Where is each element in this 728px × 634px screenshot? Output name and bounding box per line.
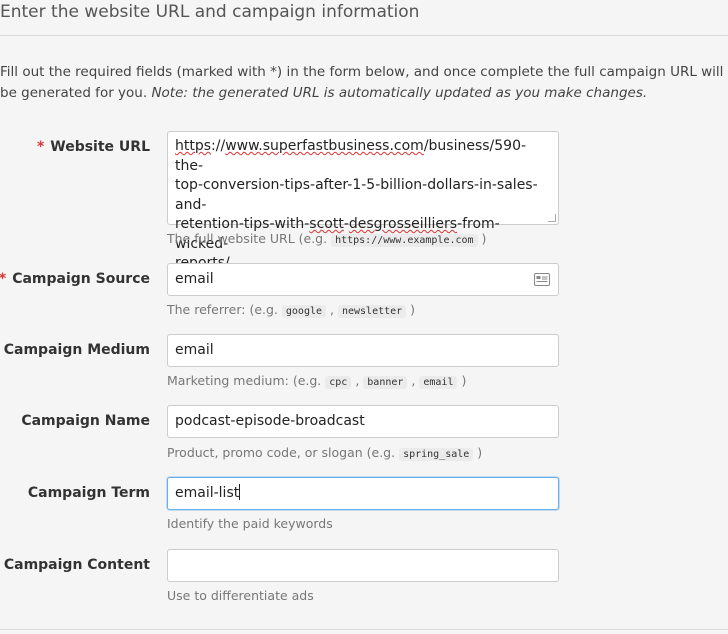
example-code: spring_sale	[399, 448, 474, 461]
autofill-card-icon[interactable]	[534, 273, 550, 286]
website-url-help: The full website URL (e.g. https://www.e…	[167, 231, 487, 247]
example-code: google	[281, 305, 327, 318]
website-url-value: https://www.superfastbusiness.com/busine…	[175, 137, 551, 274]
campaign-source-help: The referrer: (e.g. google , newsletter …	[167, 302, 416, 318]
url-domain: www.superfastbusiness.com	[225, 138, 424, 154]
url-path-surname: desgrosseilliers	[348, 216, 458, 232]
campaign-content-label: Campaign Content	[3, 557, 150, 573]
website-url-textarea[interactable]: https://www.superfastbusiness.com/busine…	[167, 131, 559, 271]
url-scheme: https	[175, 138, 212, 154]
campaign-source-input[interactable]: email	[167, 263, 559, 296]
url-separator: ://	[211, 138, 226, 154]
required-asterisk: *	[0, 271, 6, 287]
website-url-label-text: Website URL	[50, 139, 150, 155]
example-code: banner	[363, 376, 408, 389]
required-asterisk: *	[36, 139, 45, 155]
example-code: https://www.example.com	[331, 234, 478, 247]
campaign-medium-label: Campaign Medium	[3, 342, 150, 358]
campaign-name-label: Campaign Name	[21, 413, 150, 429]
campaign-source-value: email	[175, 271, 214, 287]
campaign-source-label: * Campaign Source	[0, 271, 150, 287]
campaign-source-label-text: Campaign Source	[12, 271, 150, 287]
text-caret	[239, 484, 241, 500]
intro-text: Fill out the required fields (marked wit…	[0, 62, 728, 104]
campaign-name-value: podcast-episode-broadcast	[175, 413, 365, 429]
url-path-line3a: retention-tips-with-	[175, 216, 310, 232]
intro-note: Note: the generated URL is automatically…	[151, 85, 648, 101]
campaign-content-help: Use to differentiate ads	[167, 588, 314, 603]
campaign-medium-help: Marketing medium: (e.g. cpc , banner , e…	[167, 373, 467, 389]
campaign-term-input[interactable]: email-list	[167, 477, 559, 510]
campaign-term-value: email-list	[175, 485, 240, 501]
resize-handle-icon[interactable]	[548, 214, 556, 222]
campaign-medium-value: email	[175, 342, 214, 358]
campaign-content-input[interactable]	[167, 549, 559, 582]
campaign-medium-input[interactable]: email	[167, 334, 559, 367]
example-code: cpc	[325, 376, 352, 389]
campaign-term-help: Identify the paid keywords	[167, 516, 333, 531]
example-code: newsletter	[337, 305, 407, 318]
url-path-line2: top-conversion-tips-after-1-5-billion-do…	[175, 177, 538, 213]
section-bottom-divider	[0, 629, 728, 630]
website-url-label: * Website URL	[37, 139, 150, 155]
section-heading: Enter the website URL and campaign infor…	[0, 2, 420, 22]
campaign-name-input[interactable]: podcast-episode-broadcast	[167, 405, 559, 438]
campaign-term-label: Campaign Term	[27, 485, 150, 501]
heading-divider	[0, 35, 728, 36]
url-path-scott: scott	[309, 216, 344, 232]
example-code: email	[419, 376, 458, 389]
campaign-name-help: Product, promo code, or slogan (e.g. spr…	[167, 445, 483, 461]
